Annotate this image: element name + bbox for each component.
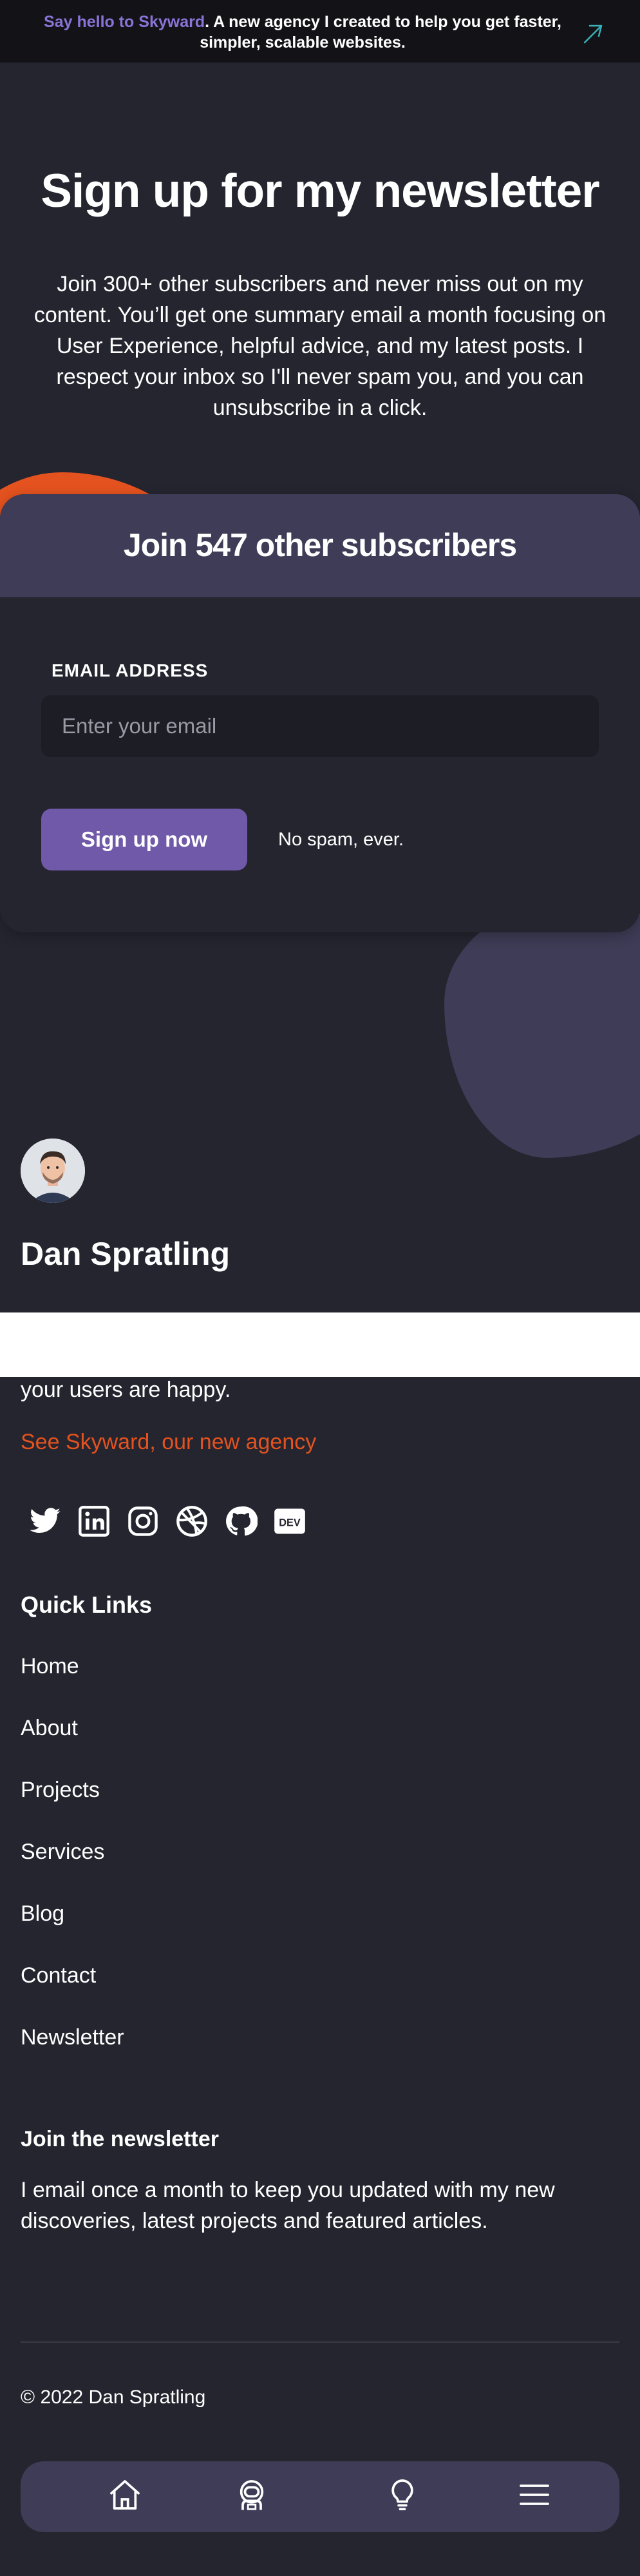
intro-text: Join 300+ other subscribers and never mi… [33,272,607,420]
lightbulb-icon[interactable] [384,2477,420,2513]
footer: your users are happy. See Skyward, our n… [0,1377,640,2576]
bottom-nav-bar [21,2461,619,2532]
footer-link-blog[interactable]: Blog [21,1901,64,1927]
copyright-text: © 2022 Dan Spratling [21,2387,206,2408]
skyward-link[interactable]: See Skyward, our new agency [21,1430,316,1455]
announcement-highlight[interactable]: Say hello to Skyward [44,13,205,31]
footer-link-home[interactable]: Home [21,1654,79,1679]
arrow-up-right-icon[interactable] [579,18,608,46]
announcement-text: . A new agency I created to help you get… [200,13,561,52]
decorative-purple-blob [444,900,640,1158]
footer-link-services[interactable]: Services [21,1840,104,1865]
white-gap [0,1312,640,1377]
astronaut-icon[interactable] [234,2477,270,2513]
quick-links-title: Quick Links [21,1591,153,1618]
sign-up-button[interactable]: Sign up now [41,809,247,870]
home-icon[interactable] [107,2477,143,2513]
page-title: Sign up for my newsletter [41,165,599,217]
avatar-portrait [21,1139,85,1203]
twitter-icon[interactable] [28,1504,62,1538]
github-icon[interactable] [224,1504,258,1538]
footer-link-projects[interactable]: Projects [21,1778,100,1803]
linkedin-icon[interactable] [77,1504,111,1538]
instagram-icon[interactable] [126,1504,160,1538]
announcement-message[interactable]: Say hello to Skyward. A new agency I cre… [26,12,579,53]
announcement-bar: Say hello to Skyward. A new agency I cre… [0,0,640,62]
dev-icon[interactable]: DEV [273,1504,306,1538]
footer-link-contact[interactable]: Contact [21,1963,96,1988]
newsletter-section: Sign up for my newsletter Join 300+ othe… [0,62,640,1312]
svg-text:DEV: DEV [279,1517,301,1529]
no-spam-note: No spam, ever. [278,829,404,850]
join-newsletter-title: Join the newsletter [21,2127,219,2151]
email-field[interactable] [41,695,599,757]
avatar [21,1139,85,1203]
email-label: EMAIL ADDRESS [52,660,209,680]
dribbble-icon[interactable] [175,1504,209,1538]
menu-icon[interactable] [516,2477,552,2513]
signup-card: Join 547 other subscribers EMAIL ADDRESS… [0,494,640,932]
footer-divider [21,2341,619,2343]
author-name: Dan Spratling [21,1236,231,1272]
footer-link-newsletter[interactable]: Newsletter [21,2025,124,2050]
signup-card-title: Join 547 other subscribers [123,527,517,563]
footer-bio-text: your users are happy. [21,1378,231,1402]
join-newsletter-description: I email once a month to keep you updated… [21,2178,555,2233]
footer-link-about[interactable]: About [21,1716,78,1741]
